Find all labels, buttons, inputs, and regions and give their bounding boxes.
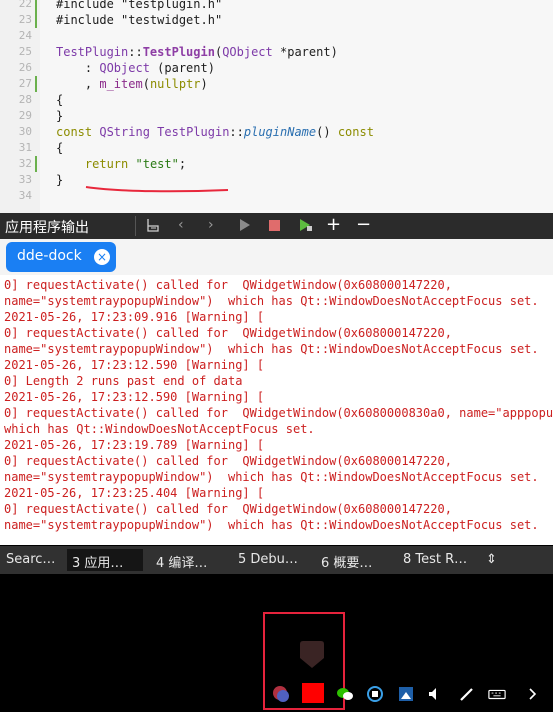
log-line: which has Qt::WindowDoesNotAcceptFocus s… [4, 422, 315, 436]
log-line: name="systemtraypopupWindow") which has … [4, 294, 539, 308]
sync-tray-icon[interactable] [366, 685, 384, 703]
log-line: name="systemtraypopupWindow") which has … [4, 342, 539, 356]
log-line: 0] requestActivate() called for QWidgetW… [4, 326, 452, 340]
log-line: 0] Length 2 runs past end of data [4, 374, 243, 388]
status-overview[interactable]: 6 概要… [321, 552, 372, 571]
output-tabstrip: dde-dock × [0, 239, 553, 275]
log-line: 2021-05-26, 17:23:25.404 [Warning] [ [4, 486, 265, 500]
application-output-log[interactable]: 0] requestActivate() called for QWidgetW… [0, 275, 553, 545]
output-panel-toolbar: 应用程序输出 ‹ › + − [0, 213, 553, 239]
clear-output-icon[interactable] [145, 217, 161, 237]
red-underline-annotation [85, 186, 229, 193]
test-plugin-tray-icon[interactable] [302, 683, 324, 703]
log-line: 0] requestActivate() called for QWidgetW… [4, 278, 452, 292]
log-line: 0] requestActivate() called for QWidgetW… [4, 502, 452, 516]
tab-dde-dock[interactable]: dde-dock × [6, 242, 116, 272]
stop-icon[interactable] [268, 217, 282, 237]
previous-icon[interactable]: ‹ [178, 217, 184, 233]
add-icon[interactable]: + [326, 214, 341, 235]
status-compile[interactable]: 4 编译… [156, 552, 207, 571]
pen-icon[interactable] [458, 685, 476, 703]
status-debug[interactable]: 5 Debu… [238, 552, 298, 567]
wechat-tray-icon[interactable] [336, 685, 354, 703]
log-line: 2021-05-26, 17:23:19.789 [Warning] [ [4, 438, 265, 452]
status-test-results[interactable]: 8 Test R… [403, 552, 467, 567]
code-editor[interactable]: 22 #include "testplugin.h" 23 #include "tes… [0, 0, 553, 213]
tab-label: dde-dock [17, 248, 82, 264]
log-line: name="systemtraypopupWindow") which has … [4, 518, 539, 532]
run-icon[interactable] [238, 217, 252, 237]
next-icon[interactable]: › [208, 217, 214, 233]
log-line: 2021-05-26, 17:23:09.916 [Warning] [ [4, 310, 265, 324]
log-line: 0] requestActivate() called for QWidgetW… [4, 406, 553, 420]
close-icon[interactable]: × [94, 249, 110, 265]
app-tray-icon[interactable] [272, 685, 290, 703]
tray-popup-tooltip [300, 641, 324, 668]
chevron-right-icon[interactable] [524, 685, 542, 703]
panel-title: 应用程序输出 [5, 220, 89, 236]
status-app-output[interactable]: 3 应用… [72, 552, 123, 571]
screenshot-tray-icon[interactable] [397, 685, 415, 703]
status-search[interactable]: Searc… [6, 552, 55, 567]
keyboard-icon[interactable] [488, 685, 506, 703]
remove-icon[interactable]: − [356, 214, 371, 235]
log-line: 0] requestActivate() called for QWidgetW… [4, 454, 452, 468]
log-line: name="systemtraypopupWindow") which has … [4, 470, 539, 484]
log-line: 2021-05-26, 17:23:12.590 [Warning] [ [4, 358, 265, 372]
debug-run-icon[interactable] [298, 217, 314, 237]
volume-icon[interactable] [426, 685, 444, 703]
status-more[interactable]: ⇕ [486, 552, 497, 567]
log-line: 2021-05-26, 17:23:12.590 [Warning] [ [4, 390, 265, 404]
